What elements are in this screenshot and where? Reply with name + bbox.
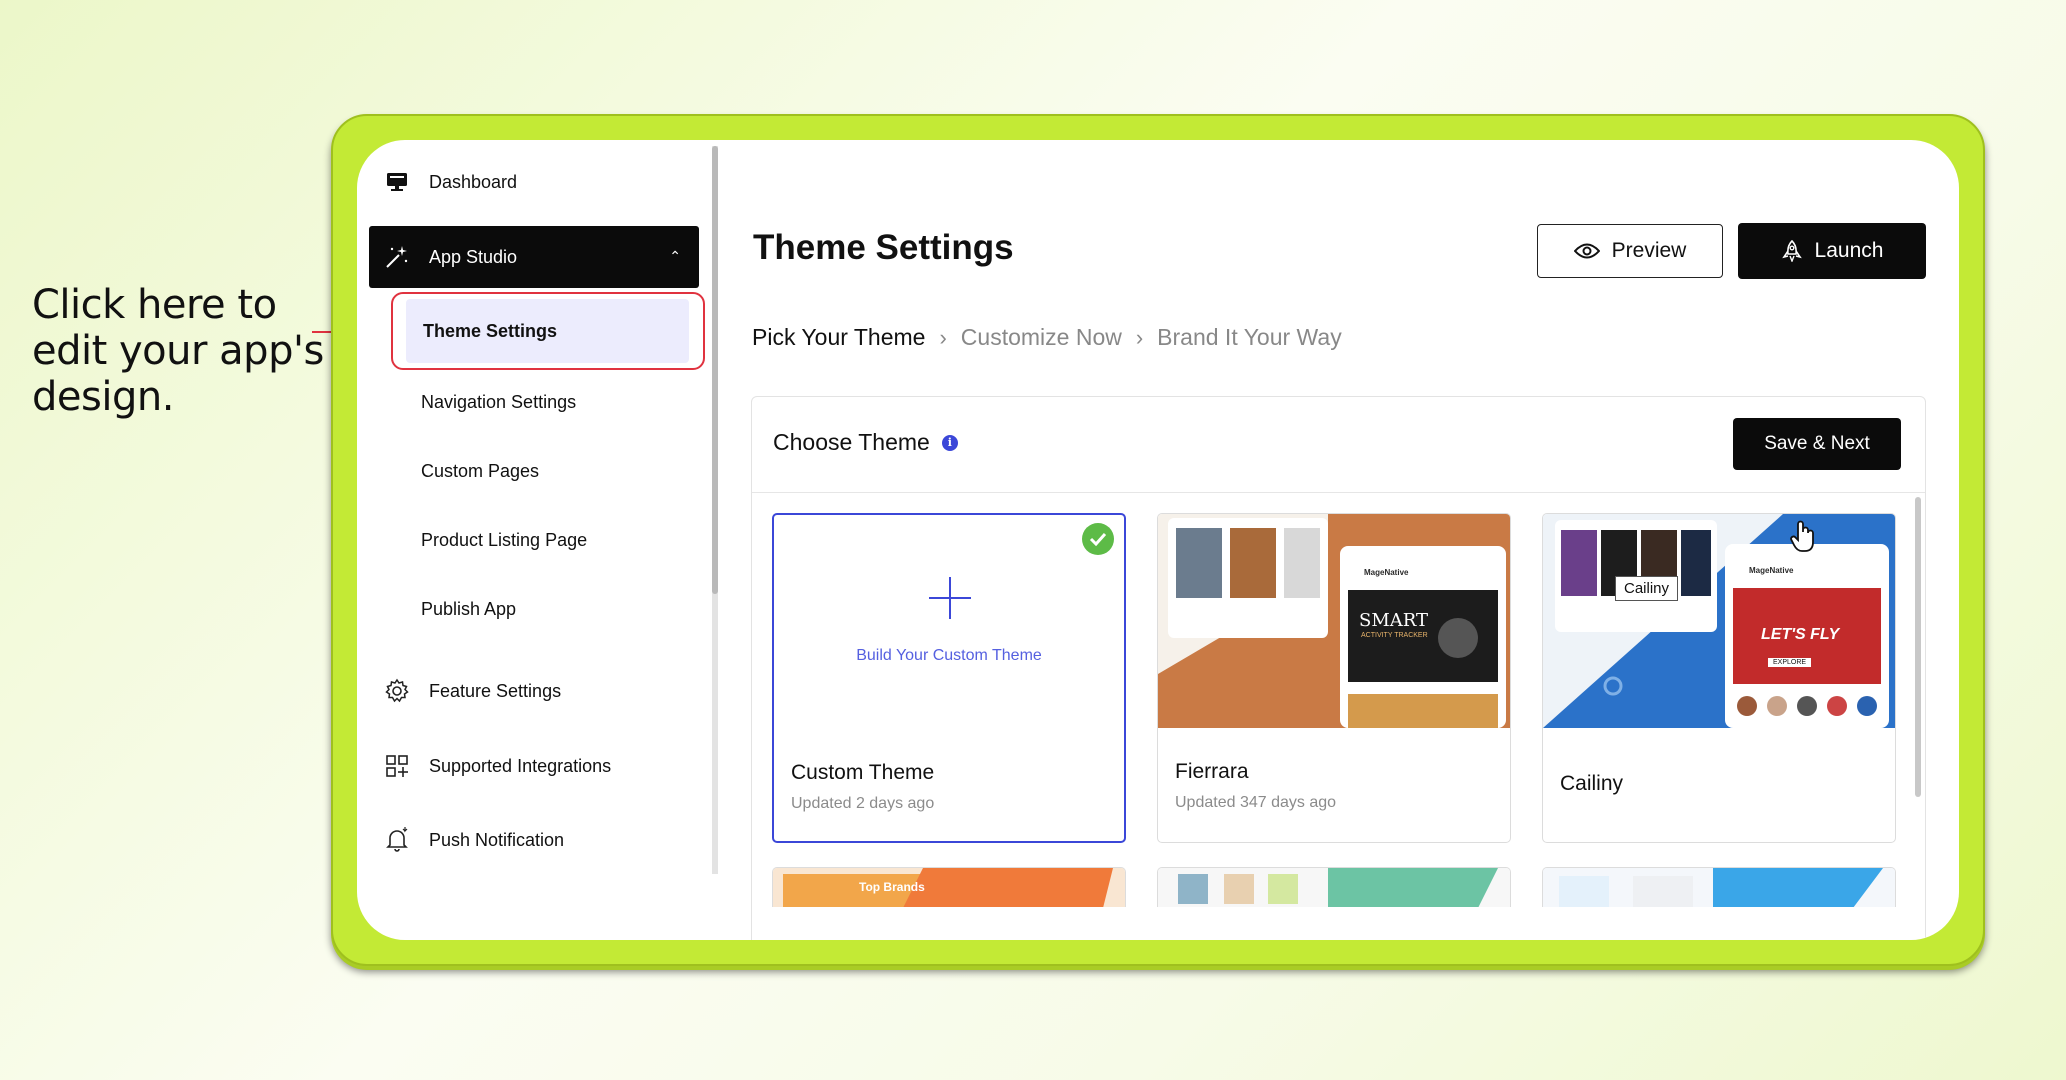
panel-header: Choose Theme i Save & Next — [752, 397, 1925, 493]
panel-title-text: Choose Theme — [773, 429, 930, 455]
launch-button[interactable]: Launch — [1738, 223, 1926, 279]
launch-label: Launch — [1814, 239, 1884, 262]
bell-icon — [383, 826, 411, 854]
theme-thumbnail: SMART ACTIVITY TRACKER MageNative — [1158, 514, 1510, 728]
callout-line-1: Click here to — [32, 282, 277, 328]
sidebar-subitem-publish-app[interactable]: Publish App — [404, 577, 700, 641]
info-icon[interactable]: i — [941, 434, 958, 451]
theme-name: Fierrara — [1175, 760, 1249, 783]
grid-plus-icon — [383, 752, 411, 780]
sidebar-item-supported-integrations[interactable]: Supported Integrations — [369, 735, 699, 797]
peek-label: Top Brands — [859, 880, 925, 894]
preview-button[interactable]: Preview — [1537, 224, 1723, 278]
gear-icon — [383, 677, 411, 705]
sidebar-item-label: Push Notification — [429, 829, 565, 850]
panel-scrollbar[interactable] — [1915, 497, 1921, 797]
step-customize-now[interactable]: Customize Now — [961, 324, 1122, 351]
eye-icon — [1573, 242, 1600, 260]
save-next-button[interactable]: Save & Next — [1733, 418, 1901, 470]
theme-card-cailiny[interactable]: LET'S FLY MageNative EXPLORE Cailiny Cai… — [1542, 513, 1896, 843]
chevron-right-icon: › — [1135, 324, 1144, 350]
sidebar-item-feature-settings[interactable]: Feature Settings — [369, 660, 699, 722]
theme-card-peek[interactable] — [1157, 867, 1511, 907]
check-circle-icon — [1082, 523, 1114, 555]
sidebar-scrollbar-thumb[interactable] — [712, 146, 718, 594]
annotation-callout: Click here to edit your app's design. — [32, 282, 332, 420]
theme-name-tooltip: Cailiny — [1615, 576, 1679, 601]
build-custom-theme-label[interactable]: Build Your Custom Theme — [774, 647, 1124, 665]
sidebar-subitem-product-listing-page[interactable]: Product Listing Page — [404, 508, 700, 572]
step-breadcrumb: Pick Your Theme › Customize Now › Brand … — [752, 324, 1342, 351]
sidebar-item-dashboard[interactable]: Dashboard — [369, 151, 699, 213]
theme-name: Custom Theme — [791, 761, 935, 784]
theme-card-custom[interactable]: Build Your Custom Theme Custom Theme Upd… — [772, 513, 1126, 843]
chevron-right-icon: › — [939, 324, 947, 350]
thumb-brand: MageNative — [1364, 568, 1409, 577]
theme-name: Cailiny — [1560, 772, 1624, 795]
page-title: Theme Settings — [753, 228, 1014, 267]
monitor-icon — [383, 168, 411, 196]
thumb-subline: ACTIVITY TRACKER — [1361, 632, 1428, 639]
theme-thumbnail: LET'S FLY MageNative EXPLORE Cailiny — [1543, 514, 1895, 728]
step-pick-theme[interactable]: Pick Your Theme — [752, 324, 925, 351]
thumb-brand: MageNative — [1749, 566, 1794, 575]
sidebar-item-label: Supported Integrations — [429, 755, 612, 776]
thumb-headline: LET'S FLY — [1761, 626, 1840, 643]
step-brand-it-your-way[interactable]: Brand It Your Way — [1157, 324, 1342, 351]
theme-updated: Updated 2 days ago — [791, 795, 935, 812]
thumb-explore: EXPLORE — [1768, 658, 1812, 667]
theme-card-fierrara[interactable]: SMART ACTIVITY TRACKER MageNative Fierra… — [1157, 513, 1511, 843]
theme-updated: Updated 347 days ago — [1175, 794, 1337, 811]
panel-title: Choose Theme i — [773, 429, 958, 456]
app-window: Dashboard App Studio ⌃ Theme Settings Na… — [357, 140, 1959, 940]
sidebar-item-label: Dashboard — [429, 171, 518, 192]
chevron-up-icon[interactable]: ⌃ — [669, 248, 681, 265]
plus-icon[interactable] — [929, 577, 971, 619]
magic-wand-icon — [383, 243, 411, 271]
sidebar-item-app-studio[interactable]: App Studio ⌃ — [369, 226, 699, 288]
sidebar-subitem-custom-pages[interactable]: Custom Pages — [404, 439, 700, 503]
sidebar: Dashboard App Studio ⌃ Theme Settings Na… — [357, 140, 718, 940]
sidebar-item-push-notification[interactable]: Push Notification — [369, 809, 699, 871]
hand-pointer-icon — [1789, 520, 1819, 559]
choose-theme-panel: Choose Theme i Save & Next Build Your Cu… — [751, 396, 1926, 940]
theme-card-peek[interactable] — [1542, 867, 1896, 907]
callout-line-2: edit your app's — [32, 328, 324, 374]
sidebar-subitem-theme-settings[interactable]: Theme Settings — [406, 299, 689, 363]
sidebar-subitem-navigation-settings[interactable]: Navigation Settings — [404, 370, 700, 434]
sidebar-item-label: Feature Settings — [429, 680, 562, 701]
callout-line-3: design. — [32, 374, 174, 420]
preview-label: Preview — [1611, 239, 1687, 262]
rocket-icon — [1781, 240, 1803, 262]
theme-card-peek[interactable]: Top Brands — [772, 867, 1126, 907]
sidebar-item-label: App Studio — [429, 246, 518, 267]
thumb-headline: SMART — [1359, 610, 1429, 631]
